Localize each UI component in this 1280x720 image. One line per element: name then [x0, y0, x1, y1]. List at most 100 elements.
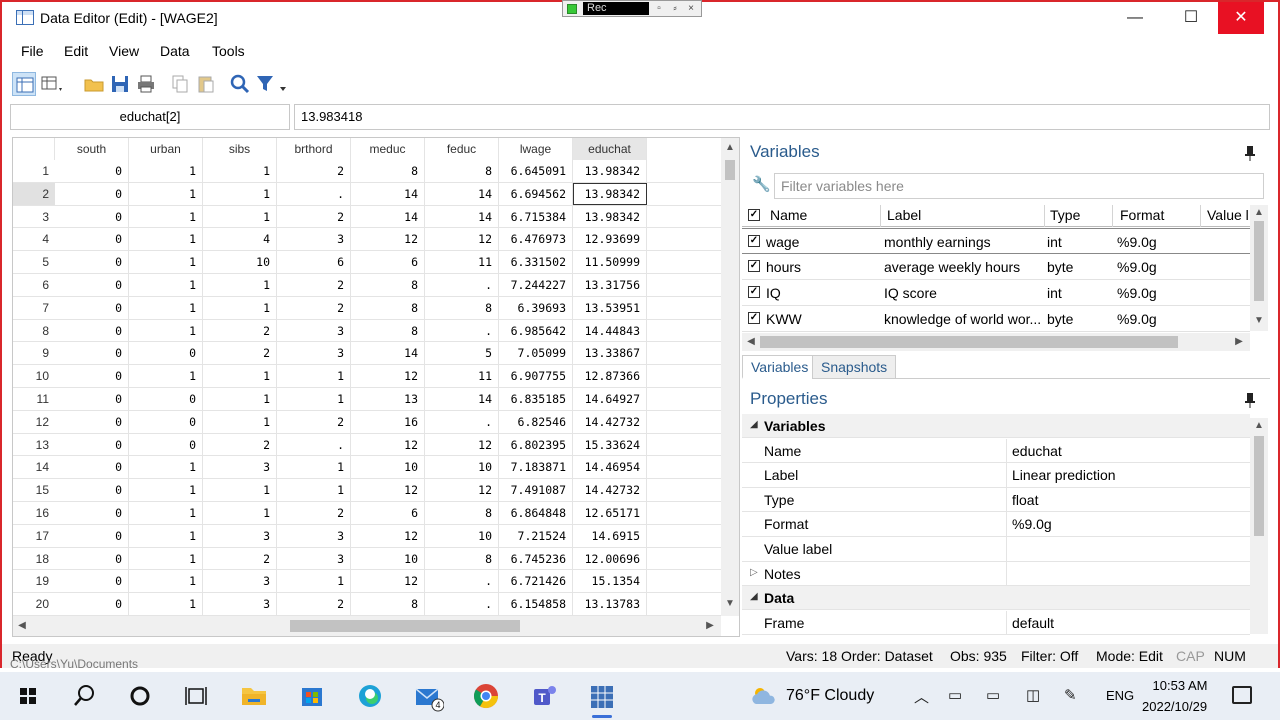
cell-meduc[interactable]: 6: [351, 502, 425, 524]
cell-urban[interactable]: 1: [129, 205, 203, 228]
cell-feduc[interactable]: .: [425, 570, 499, 593]
cell-south[interactable]: 0: [55, 319, 129, 342]
task-view-icon[interactable]: [180, 680, 212, 712]
cell-sibs[interactable]: 1: [203, 182, 277, 205]
cell-educhat[interactable]: 12.87366: [573, 365, 647, 388]
scroll-up-icon[interactable]: ▲: [1250, 420, 1268, 431]
expand-arrow-icon[interactable]: ▷: [750, 567, 758, 578]
cell-meduc[interactable]: 14: [351, 182, 425, 205]
cell-sibs[interactable]: 3: [203, 570, 277, 593]
grid-vertical-scrollbar[interactable]: ▲ ▼: [721, 138, 739, 616]
cell-meduc[interactable]: 12: [351, 228, 425, 251]
network-icon[interactable]: ▭: [986, 686, 1000, 704]
cell-brthord[interactable]: 2: [277, 410, 351, 433]
property-value[interactable]: %9.0g: [1012, 516, 1052, 532]
cell-urban[interactable]: 1: [129, 456, 203, 479]
chevron-up-icon[interactable]: ︿: [914, 686, 929, 707]
cell-brthord[interactable]: 2: [277, 274, 351, 296]
cell-south[interactable]: 0: [55, 410, 129, 433]
cell-feduc[interactable]: 8: [425, 547, 499, 570]
cell-brthord[interactable]: 3: [277, 319, 351, 342]
collapse-arrow-icon[interactable]: ◢: [750, 591, 758, 602]
cell-educhat[interactable]: 13.13783: [573, 593, 647, 616]
cell-south[interactable]: 0: [55, 524, 129, 547]
search-icon[interactable]: [228, 72, 252, 96]
column-header-feduc[interactable]: feduc: [425, 138, 499, 160]
cell-south[interactable]: 0: [55, 228, 129, 251]
file-explorer-icon[interactable]: [238, 680, 270, 712]
cell-meduc[interactable]: 12: [351, 479, 425, 502]
variables-hscroll-thumb[interactable]: [760, 336, 1178, 348]
cell-feduc[interactable]: 10: [425, 456, 499, 479]
cell-south[interactable]: 0: [55, 365, 129, 388]
cell-lwage[interactable]: 6.154858: [499, 593, 573, 616]
cell-brthord[interactable]: 6: [277, 251, 351, 274]
cell-meduc[interactable]: 8: [351, 274, 425, 296]
cell-urban[interactable]: 0: [129, 342, 203, 365]
column-header-urban[interactable]: urban: [129, 138, 203, 160]
cell-brthord[interactable]: 1: [277, 365, 351, 388]
cell-brthord[interactable]: 1: [277, 456, 351, 479]
cell-sibs[interactable]: 3: [203, 593, 277, 616]
cell-lwage[interactable]: 7.183871: [499, 456, 573, 479]
cell-meduc[interactable]: 8: [351, 319, 425, 342]
col-format-header[interactable]: Format: [1120, 207, 1164, 223]
cell-sibs[interactable]: 2: [203, 433, 277, 456]
clock-time[interactable]: 10:53 AM: [1150, 678, 1210, 693]
cell-lwage[interactable]: 6.476973: [499, 228, 573, 251]
cell-educhat[interactable]: 12.00696: [573, 547, 647, 570]
cell-lwage[interactable]: 6.331502: [499, 251, 573, 274]
cell-educhat[interactable]: 14.44843: [573, 319, 647, 342]
cell-lwage[interactable]: 6.645091: [499, 160, 573, 182]
cell-urban[interactable]: 1: [129, 274, 203, 296]
properties-section[interactable]: ◢ Data: [742, 586, 1250, 611]
property-value[interactable]: default: [1012, 615, 1054, 631]
properties-vscroll-thumb[interactable]: [1254, 436, 1264, 536]
cell-south[interactable]: 0: [55, 456, 129, 479]
row-number[interactable]: 19: [13, 570, 55, 592]
cell-south[interactable]: 0: [55, 160, 129, 182]
cell-feduc[interactable]: 5: [425, 342, 499, 365]
col-value-label-header[interactable]: Value l: [1207, 207, 1249, 223]
cell-feduc[interactable]: .: [425, 410, 499, 433]
filter-icon[interactable]: [254, 72, 290, 96]
edge-icon[interactable]: [354, 680, 386, 712]
cell-south[interactable]: 0: [55, 388, 129, 410]
row-number[interactable]: 14: [13, 456, 55, 478]
weather-text[interactable]: 76°F Cloudy: [786, 687, 874, 705]
cell-sibs[interactable]: 3: [203, 524, 277, 547]
variable-row[interactable]: ✓ hours average weekly hours byte %9.0g: [742, 254, 1250, 280]
recorder-pin-icon[interactable]: ⸗: [669, 3, 681, 15]
cell-lwage[interactable]: 6.82546: [499, 410, 573, 433]
cell-educhat[interactable]: 12.65171: [573, 502, 647, 524]
pen-icon[interactable]: ✎: [1064, 686, 1077, 704]
cell-brthord[interactable]: 2: [277, 296, 351, 319]
cell-south[interactable]: 0: [55, 296, 129, 319]
stata-icon[interactable]: [586, 680, 618, 718]
row-number[interactable]: 3: [13, 206, 55, 228]
cell-south[interactable]: 0: [55, 479, 129, 502]
cell-brthord[interactable]: .: [277, 182, 351, 205]
grid-vscroll-thumb[interactable]: [725, 160, 735, 180]
cell-feduc[interactable]: 10: [425, 524, 499, 547]
cell-lwage[interactable]: 7.491087: [499, 479, 573, 502]
cell-sibs[interactable]: 1: [203, 410, 277, 433]
row-number[interactable]: 2: [13, 182, 55, 205]
cell-brthord[interactable]: 1: [277, 570, 351, 593]
col-name-header[interactable]: Name: [770, 207, 807, 223]
cell-educhat[interactable]: 14.64927: [573, 388, 647, 410]
cell-urban[interactable]: 1: [129, 524, 203, 547]
cell-feduc[interactable]: 14: [425, 205, 499, 228]
copy-icon[interactable]: [168, 72, 192, 96]
col-type-header[interactable]: Type: [1050, 207, 1080, 223]
collapse-arrow-icon[interactable]: ◢: [750, 419, 758, 430]
column-header-south[interactable]: south: [55, 138, 129, 160]
cell-feduc[interactable]: .: [425, 319, 499, 342]
cell-meduc[interactable]: 8: [351, 296, 425, 319]
scroll-up-icon[interactable]: ▲: [1250, 207, 1268, 218]
battery-icon[interactable]: ▭: [948, 686, 962, 704]
cell-urban[interactable]: 1: [129, 251, 203, 274]
cell-meduc[interactable]: 13: [351, 388, 425, 410]
windows-start-icon[interactable]: [12, 680, 44, 712]
cell-meduc[interactable]: 12: [351, 524, 425, 547]
